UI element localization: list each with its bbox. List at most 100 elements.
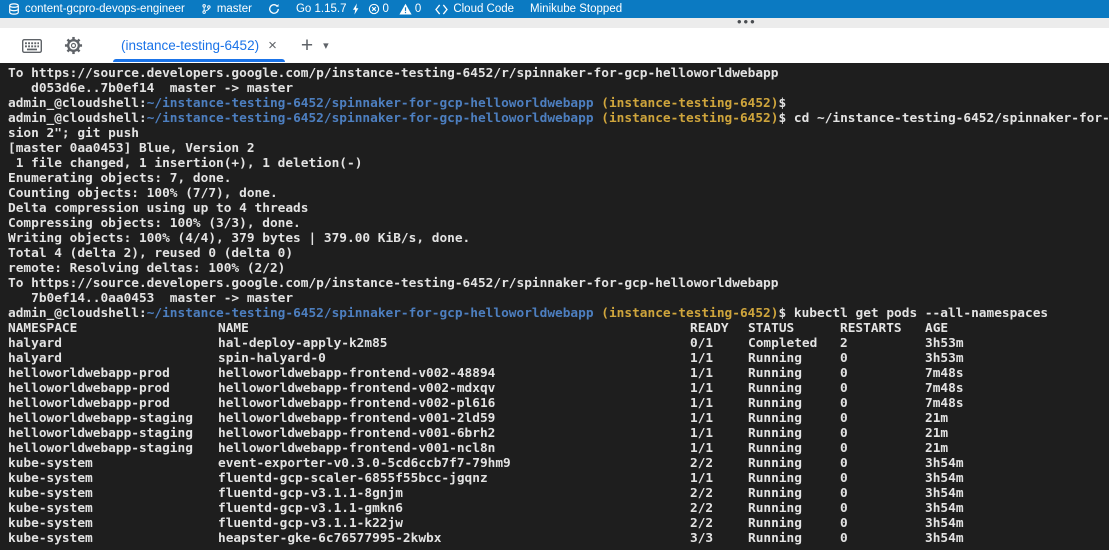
terminal-line: Total 4 (delta 2), reused 0 (delta 0) xyxy=(8,246,1109,261)
pod-row: kube-systemevent-exporter-v0.3.0-5cd6ccb… xyxy=(8,456,1109,471)
terminal-line: Compressing objects: 100% (3/3), done. xyxy=(8,216,1109,231)
pod-cell: 1/1 xyxy=(690,426,748,441)
pod-row: helloworldwebapp-prodhelloworldwebapp-fr… xyxy=(8,366,1109,381)
pod-cell: 0 xyxy=(840,531,925,546)
pod-cell: helloworldwebapp-staging xyxy=(8,441,218,456)
pod-cell: fluentd-gcp-scaler-6855f55bcc-jgqnz xyxy=(218,471,690,486)
pod-cell: STATUS xyxy=(748,321,840,336)
pod-cell: helloworldwebapp-prod xyxy=(8,381,218,396)
pod-cell: spin-halyard-0 xyxy=(218,351,690,366)
terminal-line: remote: Resolving deltas: 100% (2/2) xyxy=(8,261,1109,276)
terminal-line: Enumerating objects: 7, done. xyxy=(8,171,1109,186)
pod-cell: hal-deploy-apply-k2m85 xyxy=(218,336,690,351)
pod-cell: 1/1 xyxy=(690,396,748,411)
pod-cell: 1/1 xyxy=(690,381,748,396)
pod-cell: 2/2 xyxy=(690,501,748,516)
pod-cell: Running xyxy=(748,471,840,486)
terminal-line: Counting objects: 100% (7/7), done. xyxy=(8,186,1109,201)
pod-cell: Completed xyxy=(748,336,840,351)
minikube-status-label: Minikube Stopped xyxy=(530,3,622,15)
pod-cell: 0 xyxy=(840,516,925,531)
pod-cell: kube-system xyxy=(8,456,218,471)
pod-cell: kube-system xyxy=(8,501,218,516)
pod-cell: helloworldwebapp-prod xyxy=(8,366,218,381)
cloud-code-button[interactable]: Cloud Code xyxy=(435,3,514,15)
pod-cell: 21m xyxy=(925,426,1109,441)
pod-cell: Running xyxy=(748,381,840,396)
pod-cell: Running xyxy=(748,486,840,501)
pod-cell: Running xyxy=(748,396,840,411)
git-branch-indicator[interactable]: master xyxy=(201,3,252,15)
git-branch-icon xyxy=(201,3,212,15)
go-version-indicator[interactable]: Go 1.15.7 xyxy=(296,3,360,15)
pod-cell: 3h54m xyxy=(925,501,1109,516)
pod-cell: Running xyxy=(748,531,840,546)
sync-button[interactable] xyxy=(268,3,280,15)
project-selector[interactable]: content-gcpro-devops-engineer xyxy=(8,3,185,15)
status-bar: content-gcpro-devops-engineer master Go … xyxy=(0,0,1109,18)
pod-cell: 3/3 xyxy=(690,531,748,546)
pod-cell: RESTARTS xyxy=(840,321,925,336)
pod-cell: 1/1 xyxy=(690,351,748,366)
warning-count: 0 xyxy=(415,3,421,15)
chevron-down-icon[interactable]: ▾ xyxy=(323,39,329,52)
code-brackets-icon xyxy=(435,4,448,15)
keyboard-icon[interactable] xyxy=(22,39,42,53)
pod-cell: helloworldwebapp-frontend-v001-6brh2 xyxy=(218,426,690,441)
pod-cell: heapster-gke-6c76577995-2kwbx xyxy=(218,531,690,546)
project-name: content-gcpro-devops-engineer xyxy=(25,3,185,15)
pod-cell: fluentd-gcp-v3.1.1-8gnjm xyxy=(218,486,690,501)
close-tab-icon[interactable]: × xyxy=(268,38,277,53)
branch-name: master xyxy=(217,3,252,15)
pod-cell: 3h54m xyxy=(925,456,1109,471)
pod-row: kube-systemheapster-gke-6c76577995-2kwbx… xyxy=(8,531,1109,546)
pod-cell: 0 xyxy=(840,381,925,396)
pod-cell: Running xyxy=(748,411,840,426)
pod-row: helloworldwebapp-staginghelloworldwebapp… xyxy=(8,426,1109,441)
pod-cell: helloworldwebapp-staging xyxy=(8,411,218,426)
panel-divider: ••• xyxy=(0,18,1109,28)
panel-drag-handle[interactable]: ••• xyxy=(737,15,757,29)
terminal-line: Writing objects: 100% (4/4), 379 bytes |… xyxy=(8,231,1109,246)
terminal-output[interactable]: To https://source.developers.google.com/… xyxy=(0,63,1109,550)
terminal-line: Delta compression using up to 4 threads xyxy=(8,201,1109,216)
active-tab-underline xyxy=(113,59,285,62)
pod-cell: 7m48s xyxy=(925,381,1109,396)
pod-cell: 0 xyxy=(840,441,925,456)
error-icon xyxy=(368,3,380,15)
new-terminal-tab-button[interactable]: + xyxy=(301,35,313,56)
pod-row: helloworldwebapp-prodhelloworldwebapp-fr… xyxy=(8,381,1109,396)
pod-cell: 1/1 xyxy=(690,366,748,381)
pod-cell: 0 xyxy=(840,411,925,426)
pod-cell: 3h54m xyxy=(925,516,1109,531)
pod-cell: helloworldwebapp-prod xyxy=(8,396,218,411)
terminal-line: sion 2"; git push xyxy=(8,126,1109,141)
pod-cell: Running xyxy=(748,351,840,366)
pod-cell: Running xyxy=(748,456,840,471)
pod-cell: Running xyxy=(748,366,840,381)
minikube-status[interactable]: Minikube Stopped xyxy=(530,3,622,15)
pod-row: halyardspin-halyard-01/1Running03h53m xyxy=(8,351,1109,366)
pod-cell: halyard xyxy=(8,336,218,351)
pod-row: helloworldwebapp-staginghelloworldwebapp… xyxy=(8,411,1109,426)
pod-cell: AGE xyxy=(925,321,1109,336)
pod-cell: helloworldwebapp-frontend-v002-pl616 xyxy=(218,396,690,411)
pod-row: kube-systemfluentd-gcp-v3.1.1-k22jw2/2Ru… xyxy=(8,516,1109,531)
pod-cell: NAMESPACE xyxy=(8,321,218,336)
pod-cell: helloworldwebapp-frontend-v002-48894 xyxy=(218,366,690,381)
pod-cell: kube-system xyxy=(8,531,218,546)
problems-indicator[interactable]: 0 0 xyxy=(368,3,422,15)
cloud-code-label: Cloud Code xyxy=(453,3,514,15)
pod-cell: 7m48s xyxy=(925,396,1109,411)
terminal-line: admin_@cloudshell:~/instance-testing-645… xyxy=(8,96,1109,111)
pod-cell: 0 xyxy=(840,426,925,441)
pod-cell: 2 xyxy=(840,336,925,351)
terminal-tab[interactable]: (instance-testing-6452) × xyxy=(113,28,285,63)
terminal-tab-label: (instance-testing-6452) xyxy=(121,38,259,53)
pod-cell: fluentd-gcp-v3.1.1-gmkn6 xyxy=(218,501,690,516)
pods-table-header: NAMESPACENAMEREADYSTATUSRESTARTSAGE xyxy=(8,321,1109,336)
pod-cell: 3h53m xyxy=(925,351,1109,366)
terminal-line: To https://source.developers.google.com/… xyxy=(8,276,1109,291)
settings-gear-icon[interactable] xyxy=(64,36,83,55)
pod-cell: 3h54m xyxy=(925,486,1109,501)
